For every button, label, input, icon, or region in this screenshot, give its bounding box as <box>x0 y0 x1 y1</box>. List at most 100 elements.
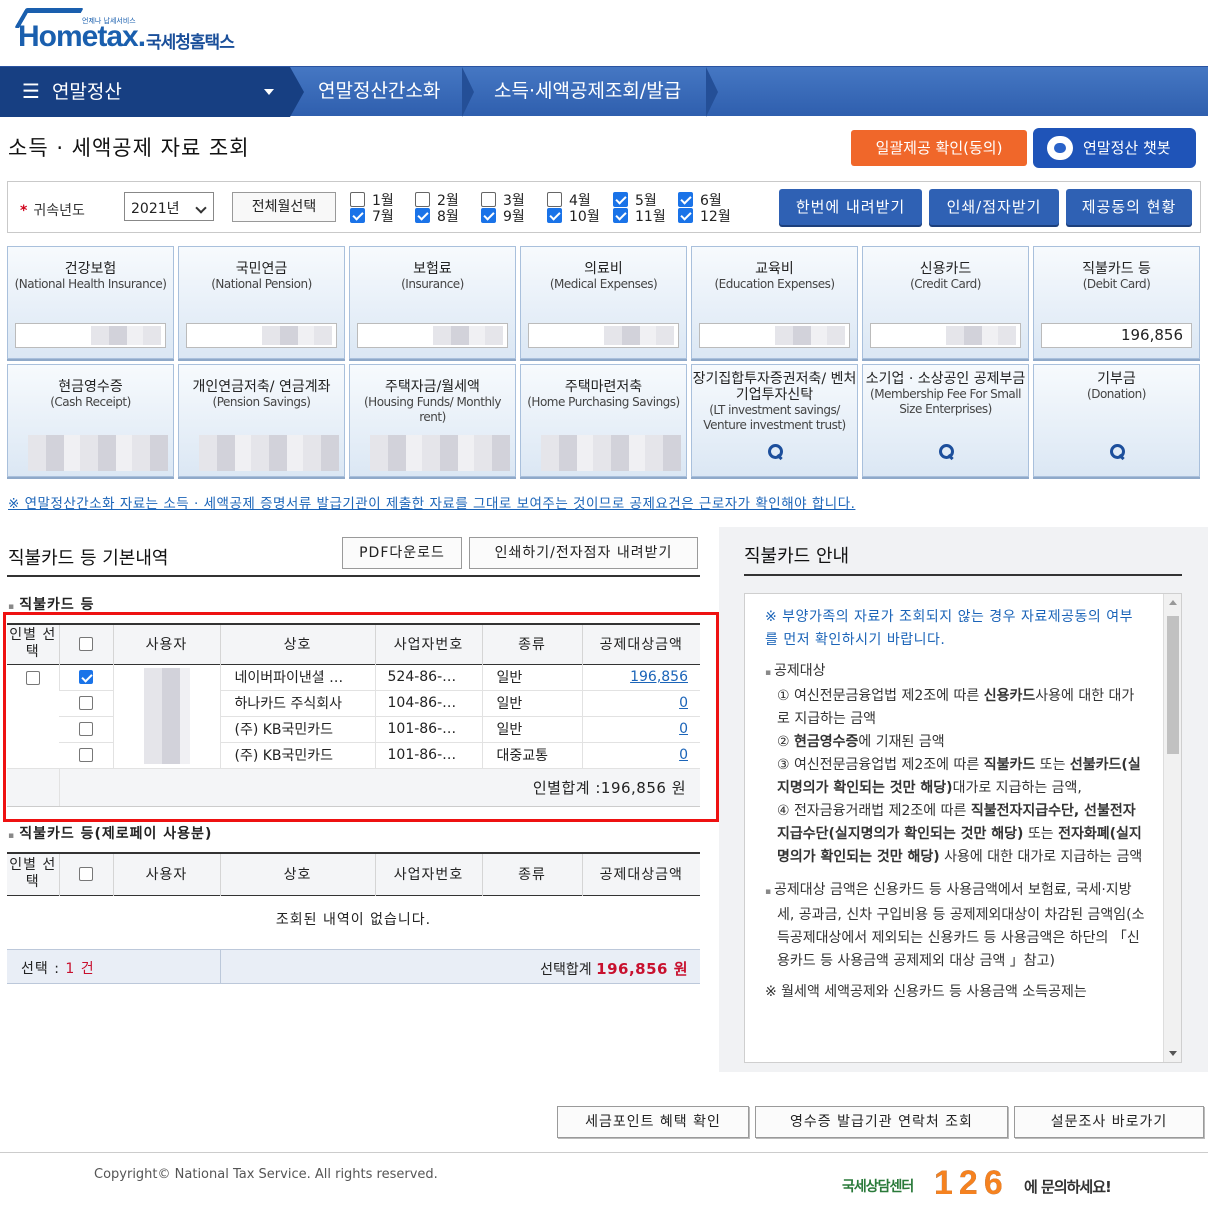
tile-english-label: (Pension Savings) <box>212 395 311 409</box>
category-tile[interactable]: 신용카드 (Credit Card) <box>862 246 1029 359</box>
divider <box>7 575 700 577</box>
month-checkbox[interactable] <box>547 208 562 223</box>
tile-value-box: 196,856 <box>1041 323 1192 348</box>
table2-title: 직불카드 등(제로페이 사용분) <box>8 823 212 843</box>
page-title: 소득 · 세액공제 자료 조회 <box>8 136 250 160</box>
nav-menu-dropdown[interactable]: ☰ 연말정산 <box>0 67 290 117</box>
logo-subtitle: 국세청홈택스 <box>146 33 235 53</box>
download-all-button[interactable]: 한번에 내려받기 <box>779 189 922 225</box>
guide-target-heading: ▪ 공제대상 <box>765 663 826 679</box>
month-checkbox[interactable] <box>613 208 628 223</box>
col-bizno: 사업자번호 <box>374 853 482 895</box>
col-amount: 공제대상금액 <box>581 853 700 895</box>
print-braille-button[interactable]: 인쇄/점자받기 <box>929 189 1059 225</box>
redacted-value <box>775 326 845 345</box>
tile-label: 장기집합투자증권저축/ 벤처기업투자신탁 <box>692 371 857 403</box>
summary-divider <box>220 950 221 983</box>
tile-label: 기부금 <box>1097 371 1136 387</box>
required-mark: * <box>20 203 28 219</box>
month-checkbox[interactable] <box>613 192 628 207</box>
redacted-value <box>541 435 681 471</box>
tile-english-label: (National Pension) <box>211 277 312 291</box>
scroll-up-arrow-icon[interactable] <box>1169 600 1177 605</box>
tile-label: 개인연금저축/ 연금계좌 <box>192 379 331 395</box>
table1-title: 직불카드 등 <box>8 594 95 614</box>
tile-english-label: (National Health Insurance) <box>14 277 167 291</box>
redacted-value <box>262 326 332 345</box>
category-tile[interactable]: 현금영수증 (Cash Receipt) <box>7 364 174 477</box>
consent-status-button[interactable]: 제공동의 현황 <box>1066 189 1192 225</box>
category-tile[interactable]: 의료비 (Medical Expenses) <box>520 246 687 359</box>
category-tile[interactable]: 국민연금 (National Pension) <box>178 246 345 359</box>
category-tile[interactable]: 보험료 (Insurance) <box>349 246 516 359</box>
guide-scroll-box[interactable]: ※ 부양가족의 자료가 조회되지 않는 경우 자료제공동의 여부를 먼저 확인하… <box>744 593 1182 1063</box>
tile-english-label: (LT investment savings/ Venture investme… <box>703 403 846 432</box>
chatbot-label: 연말정산 챗봇 <box>1083 139 1171 157</box>
month-label: 8월 <box>437 209 459 225</box>
print-braille-download-button[interactable]: 인쇄하기/전자점자 내려받기 <box>469 537 698 569</box>
col-user: 사용자 <box>112 853 220 895</box>
month-checkbox[interactable] <box>678 192 693 207</box>
tile-label: 국민연금 <box>235 261 288 277</box>
category-tile[interactable]: 소기업 · 소상공인 공제부금 (Membership Fee For Small… <box>862 364 1029 477</box>
month-checkbox[interactable] <box>678 208 693 223</box>
year-label-text: 귀속년도 <box>33 203 85 219</box>
month-checkbox[interactable] <box>350 208 365 223</box>
category-tile[interactable]: 직불카드 등 (Debit Card) 196,856 <box>1033 246 1200 359</box>
search-icon[interactable] <box>768 444 784 460</box>
category-tile[interactable]: 교육비 (Education Expenses) <box>691 246 858 359</box>
month-checkbox[interactable] <box>415 208 430 223</box>
redacted-value <box>28 435 168 471</box>
survey-button[interactable]: 설문조사 바로가기 <box>1014 1106 1204 1138</box>
tax-point-button[interactable]: 세금포인트 혜택 확인 <box>557 1106 749 1138</box>
tile-value-box <box>186 323 337 348</box>
search-icon[interactable] <box>939 444 955 460</box>
month-checkbox[interactable] <box>481 192 496 207</box>
empty-row: 조회된 내역이 없습니다. <box>7 895 700 943</box>
call-center-prefix: 국세상담센터 <box>842 1179 914 1195</box>
category-tile[interactable]: 주택자금/월세액 (Housing Funds/ Monthly rent) <box>349 364 516 477</box>
issuer-contact-button[interactable]: 영수증 발급기관 연락처 조회 <box>755 1106 1008 1138</box>
hamburger-icon[interactable]: ☰ <box>22 79 40 103</box>
year-select[interactable]: 2021년 <box>124 192 214 221</box>
tile-label: 교육비 <box>755 261 794 277</box>
scrollbar-thumb[interactable] <box>1167 616 1179 754</box>
month-checkbox[interactable] <box>350 192 365 207</box>
select-all-checkbox[interactable] <box>79 867 93 882</box>
table-header-row: 인별 선택 사용자 상호 사업자번호 종류 공제대상금액 <box>7 853 700 895</box>
guide-footnote: ※ 월세액 세액공제와 신용카드 등 사용금액 소득공제는 <box>765 984 1087 1000</box>
search-icon[interactable] <box>1110 444 1126 460</box>
month-label: 9월 <box>503 209 525 225</box>
category-tile[interactable]: 개인연금저축/ 연금계좌 (Pension Savings) <box>178 364 345 477</box>
tile-label: 주택마련저축 <box>564 379 643 395</box>
tile-label: 소기업 · 소상공인 공제부금 <box>865 371 1026 387</box>
col-person-select: 인별 선택 <box>7 853 59 895</box>
select-all-months-button[interactable]: 전체월선택 <box>232 192 336 222</box>
caret-down-icon[interactable] <box>264 89 274 95</box>
redacted-value <box>604 326 674 345</box>
scroll-down-arrow-icon[interactable] <box>1169 1051 1177 1056</box>
month-checkbox[interactable] <box>415 192 430 207</box>
month-label: 7월 <box>372 209 394 225</box>
call-center-number: 126 <box>934 1164 1009 1202</box>
chatbot-button[interactable]: 연말정산 챗봇 <box>1033 128 1196 168</box>
hometax-logo[interactable]: 언제나 납세서비스 Hometax. 국세청홈택스 <box>14 6 258 60</box>
category-tile[interactable]: 건강보험 (National Health Insurance) <box>7 246 174 359</box>
category-tile[interactable]: 기부금 (Donation) <box>1033 364 1200 477</box>
month-checkbox[interactable] <box>481 208 496 223</box>
bulk-consent-button[interactable]: 일괄제공 확인(동의) <box>851 130 1027 166</box>
scrollbar[interactable] <box>1163 594 1181 1062</box>
zeropay-table: 인별 선택 사용자 상호 사업자번호 종류 공제대상금액 조회된 내역이 없습니… <box>7 852 700 943</box>
call-center-suffix: 에 문의하세요! <box>1024 1178 1112 1196</box>
category-tile[interactable]: 주택마련저축 (Home Purchasing Savings) <box>520 364 687 477</box>
redacted-value <box>91 326 161 345</box>
month-label: 10월 <box>569 209 600 225</box>
pdf-download-button[interactable]: PDF다운로드 <box>342 537 462 569</box>
month-label: 11월 <box>635 209 666 225</box>
category-tile[interactable]: 장기집합투자증권저축/ 벤처기업투자신탁 (LT investment savin… <box>691 364 858 477</box>
breadcrumb-item-2[interactable]: 소득·세액공제조회/발급 <box>494 67 681 117</box>
breadcrumb-item-1[interactable]: 연말정산간소화 <box>318 67 440 117</box>
month-checkbox[interactable] <box>547 192 562 207</box>
notice-text: ※ 연말정산간소화 자료는 소득 · 세액공제 증명서류 발급기관이 제출한 자… <box>8 496 856 512</box>
tile-english-label: (Debit Card) <box>1082 277 1151 291</box>
